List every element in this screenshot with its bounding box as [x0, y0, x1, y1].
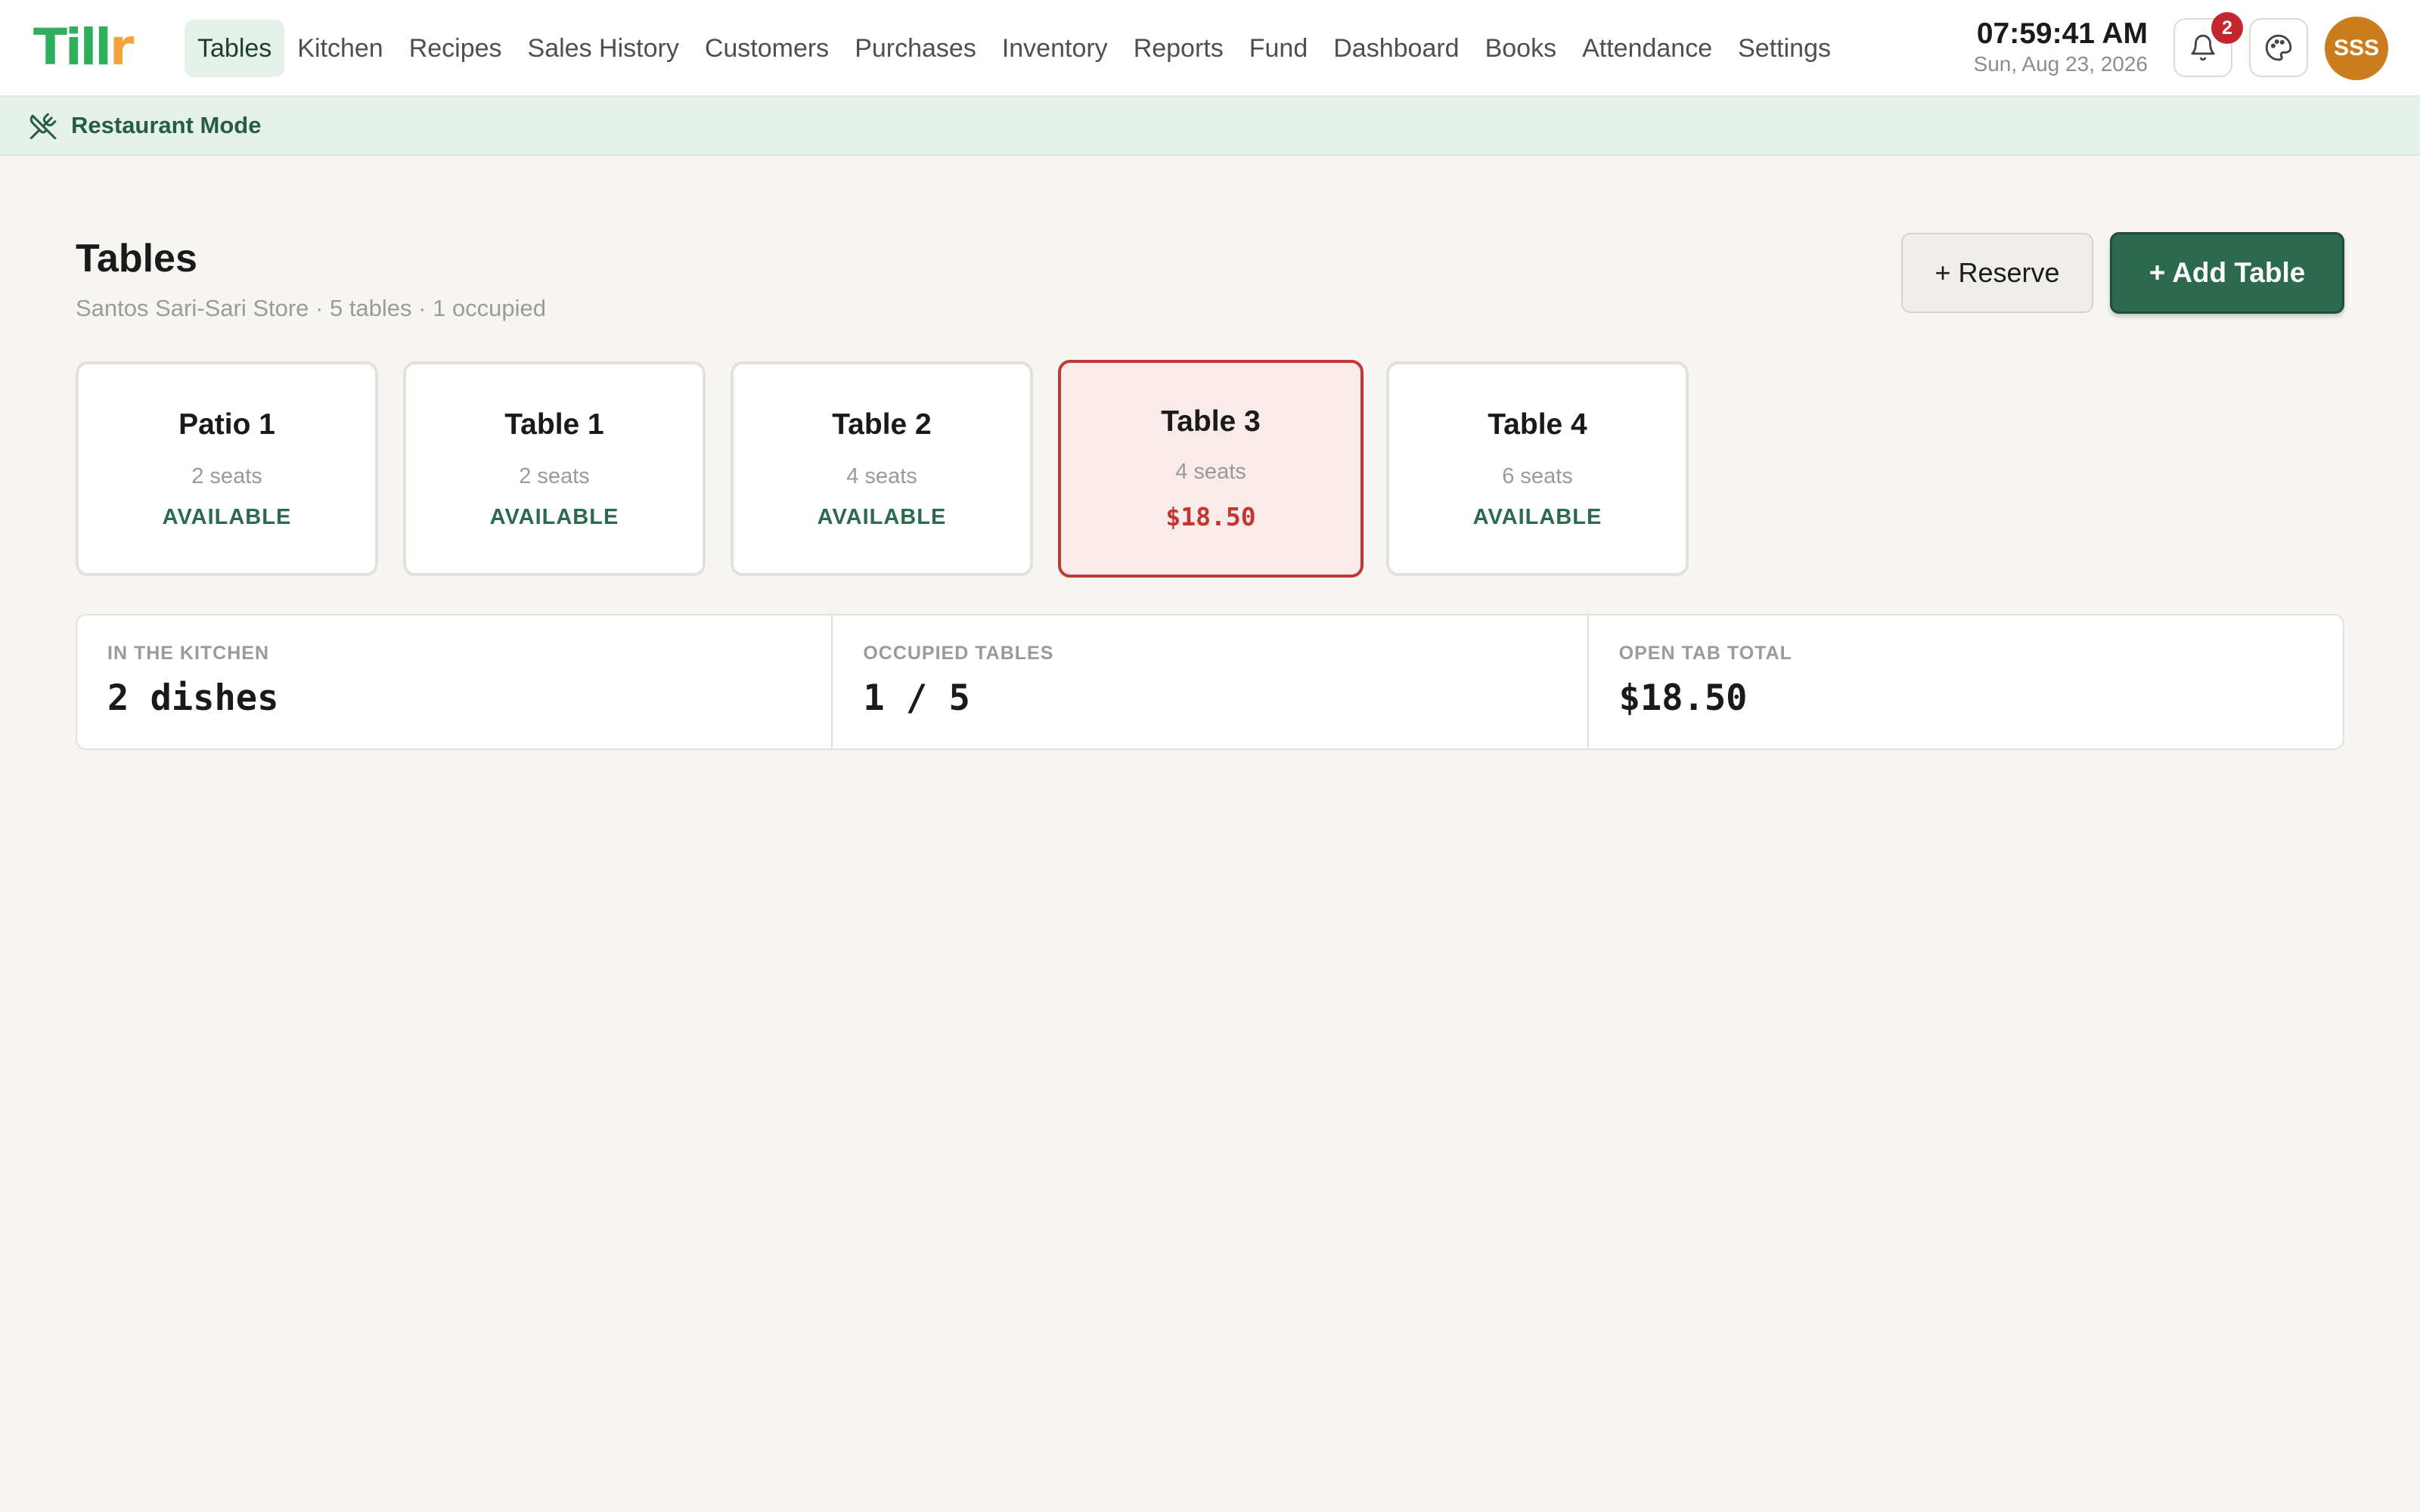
table-status: AVAILABLE — [817, 505, 947, 529]
main-nav: Tables Kitchen Recipes Sales History Cus… — [185, 20, 1844, 77]
nav-inventory[interactable]: Inventory — [989, 20, 1121, 77]
nav-reports[interactable]: Reports — [1121, 20, 1236, 77]
logo-text-accent: r — [109, 18, 135, 76]
table-name: Table 1 — [504, 408, 604, 441]
nav-purchases[interactable]: Purchases — [842, 20, 989, 77]
table-card-table-2[interactable]: Table 2 4 seats AVAILABLE — [731, 361, 1033, 576]
clock: 07:59:41 AM Sun, Aug 23, 2026 — [1974, 17, 2148, 77]
table-seats: 6 seats — [1502, 464, 1573, 488]
table-card-table-1[interactable]: Table 1 2 seats AVAILABLE — [403, 361, 706, 576]
table-seats: 2 seats — [519, 464, 590, 488]
table-seats: 2 seats — [191, 464, 262, 488]
table-name: Table 3 — [1161, 405, 1261, 438]
nav-fund[interactable]: Fund — [1236, 20, 1321, 77]
notification-count-badge: 2 — [2211, 12, 2243, 44]
table-status: AVAILABLE — [1472, 505, 1602, 529]
bell-icon — [2191, 34, 2215, 61]
clock-date: Sun, Aug 23, 2026 — [1973, 52, 2148, 76]
table-name: Table 2 — [832, 408, 932, 441]
nav-sales-history[interactable]: Sales History — [515, 20, 692, 77]
stat-occupied-tables: OCCUPIED TABLES 1 / 5 — [833, 615, 1589, 748]
page-title: Tables — [76, 237, 197, 280]
nav-tables[interactable]: Tables — [185, 20, 285, 77]
table-seats: 4 seats — [846, 464, 917, 488]
stat-label: OCCUPIED TABLES — [863, 643, 1054, 664]
stat-value: $18.50 — [1618, 677, 1748, 719]
stat-open-tab-total: OPEN TAB TOTAL $18.50 — [1589, 615, 2343, 748]
nav-attendance[interactable]: Attendance — [1569, 20, 1725, 77]
restaurant-mode-label: Restaurant Mode — [71, 112, 262, 138]
logo-text-main: Till — [33, 18, 112, 76]
restaurant-mode-bar: Restaurant Mode — [0, 97, 2420, 156]
stat-label: OPEN TAB TOTAL — [1618, 643, 1792, 664]
page-subtitle: Santos Sari-Sari Store · 5 tables · 1 oc… — [76, 295, 547, 321]
nav-books[interactable]: Books — [1472, 20, 1570, 77]
nav-customers[interactable]: Customers — [692, 20, 842, 77]
stat-value: 2 dishes — [107, 677, 279, 719]
nav-dashboard[interactable]: Dashboard — [1320, 20, 1472, 77]
table-tab-total: $18.50 — [1165, 502, 1256, 531]
nav-recipes[interactable]: Recipes — [396, 20, 515, 77]
table-card-patio-1[interactable]: Patio 1 2 seats AVAILABLE — [76, 361, 378, 576]
table-card-table-4[interactable]: Table 4 6 seats AVAILABLE — [1386, 361, 1689, 576]
theme-button[interactable] — [2249, 18, 2308, 77]
reserve-button[interactable]: + Reserve — [1901, 233, 2093, 313]
tillr-logo[interactable]: Tillr — [33, 18, 135, 76]
table-card-table-3[interactable]: Table 3 4 seats $18.50 — [1058, 360, 1364, 578]
stat-label: IN THE KITCHEN — [107, 643, 269, 664]
table-name: Patio 1 — [178, 408, 275, 441]
nav-settings[interactable]: Settings — [1725, 20, 1844, 77]
summary-stats: IN THE KITCHEN 2 dishes OCCUPIED TABLES … — [76, 614, 2344, 750]
table-seats: 4 seats — [1175, 460, 1246, 484]
table-name: Table 4 — [1488, 408, 1587, 441]
palette-icon — [2265, 34, 2292, 61]
add-table-button[interactable]: + Add Table — [2110, 232, 2344, 314]
top-navigation-bar: Tillr Tables Kitchen Recipes Sales Histo… — [0, 0, 2420, 97]
utensils-crossed-icon — [29, 113, 57, 140]
clock-time: 07:59:41 AM — [1976, 17, 2148, 50]
user-avatar[interactable]: SSS — [2325, 17, 2388, 80]
stat-kitchen: IN THE KITCHEN 2 dishes — [77, 615, 833, 748]
nav-kitchen[interactable]: Kitchen — [284, 20, 396, 77]
stat-value: 1 / 5 — [863, 677, 970, 719]
notifications-button[interactable]: 2 — [2173, 12, 2243, 77]
table-status: AVAILABLE — [162, 505, 292, 529]
table-status: AVAILABLE — [489, 505, 619, 529]
